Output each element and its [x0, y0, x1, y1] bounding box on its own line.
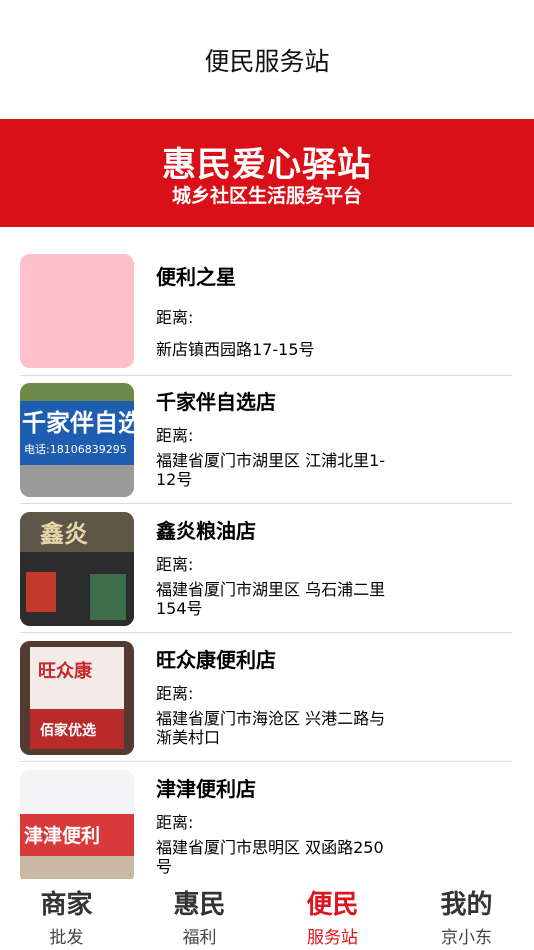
- tab-merchant[interactable]: 商家 批发: [0, 879, 133, 950]
- store-distance-label: 距离:: [156, 684, 194, 703]
- store-photo: 津津便利: [20, 770, 134, 879]
- bottom-tab-bar: 商家 批发 惠民 福利 便民 服务站 我的 京小东: [0, 879, 534, 950]
- store-address: 福建省厦门市湖里区 乌石浦二里154号: [156, 580, 386, 618]
- banner-subtitle: 城乡社区生活服务平台: [171, 185, 362, 207]
- store-item[interactable]: 旺众康 佰家优选 旺众康便利店 距离: 福建省厦门市海沧区 兴港二路与渐美村口: [20, 633, 512, 762]
- store-item[interactable]: 津津便利 津津便利店 距离: 福建省厦门市思明区 双函路250号: [20, 762, 512, 879]
- tab-service-station-subtitle: 服务站: [307, 928, 358, 948]
- store-address: 福建省厦门市湖里区 江浦北里1-12号: [156, 451, 386, 489]
- tab-merchant-subtitle: 批发: [49, 928, 84, 948]
- page-title: 便民服务站: [204, 47, 330, 76]
- tab-welfare[interactable]: 惠民 福利: [133, 879, 266, 950]
- tab-welfare-title: 惠民: [173, 890, 226, 920]
- store-photo: 千家伴自选 电话:18106839295: [20, 383, 134, 497]
- store-photo: 旺众康 佰家优选: [20, 641, 134, 755]
- tab-service-station[interactable]: 便民 服务站: [266, 879, 399, 950]
- photo-sign-text: 津津便利: [24, 824, 100, 847]
- banner-title: 惠民爱心驿站: [162, 145, 372, 185]
- store-name: 便利之星: [156, 265, 236, 289]
- tab-service-station-title: 便民: [306, 890, 359, 920]
- store-name: 鑫炎粮油店: [156, 519, 256, 543]
- store-thumbnail-placeholder: [20, 254, 134, 368]
- store-distance-label: 距离:: [156, 813, 194, 832]
- store-item[interactable]: 千家伴自选 电话:18106839295 千家伴自选店 距离: 福建省厦门市湖里…: [20, 375, 512, 504]
- store-distance-label: 距离:: [156, 308, 194, 327]
- photo-sign-subtext: 佰家优选: [40, 722, 96, 739]
- photo-sign-text: 鑫炎: [40, 520, 88, 548]
- tab-mine[interactable]: 我的 京小东: [400, 879, 533, 950]
- store-name: 旺众康便利店: [156, 648, 276, 672]
- store-address: 福建省厦门市思明区 双函路250号: [156, 838, 384, 876]
- store-distance-label: 距离:: [156, 426, 194, 445]
- promo-banner[interactable]: 惠民爱心驿站 城乡社区生活服务平台: [0, 119, 534, 227]
- photo-sign-text: 旺众康: [38, 660, 93, 682]
- tab-mine-title: 我的: [440, 890, 493, 920]
- store-list[interactable]: 便利之星 距离: 新店镇西园路17-15号 千家伴自选 电话:181068392…: [0, 227, 534, 879]
- top-header: 便民服务站: [0, 0, 534, 119]
- tab-mine-subtitle: 京小东: [441, 928, 492, 948]
- store-photo: 鑫炎: [20, 512, 134, 626]
- store-name: 千家伴自选店: [156, 390, 276, 414]
- store-item[interactable]: 便利之星 距离: 新店镇西园路17-15号: [20, 227, 512, 376]
- store-item[interactable]: 鑫炎 鑫炎粮油店 距离: 福建省厦门市湖里区 乌石浦二里154号: [20, 504, 512, 633]
- photo-sign-phone: 电话:18106839295: [24, 443, 127, 456]
- store-address: 福建省厦门市海沧区 兴港二路与渐美村口: [156, 709, 386, 747]
- store-name: 津津便利店: [156, 777, 256, 801]
- tab-welfare-subtitle: 福利: [182, 928, 217, 948]
- store-distance-label: 距离:: [156, 555, 194, 574]
- store-address: 新店镇西园路17-15号: [156, 340, 315, 359]
- tab-merchant-title: 商家: [40, 890, 93, 920]
- photo-sign-text: 千家伴自选: [22, 409, 134, 437]
